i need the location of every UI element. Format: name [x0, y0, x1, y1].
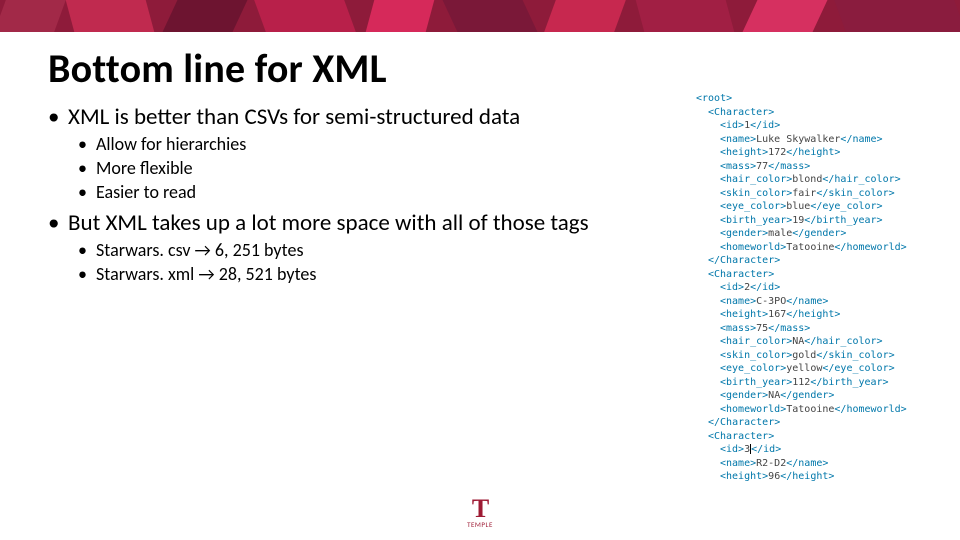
- bullet-1: XML is better than CSVs for semi-structu…: [48, 103, 608, 131]
- slide-title: Bottom line for XML: [48, 44, 912, 93]
- bullet-2: But XML takes up a lot more space with a…: [48, 209, 608, 237]
- xml-sample: <root><Character><id>1</id><name>Luke Sk…: [696, 92, 946, 484]
- bullet-1-3: Easier to read: [78, 181, 608, 203]
- bullet-2-1: Starwars. csv → 6, 251 bytes: [78, 239, 608, 261]
- bullet-1-2: More flexible: [78, 157, 608, 179]
- bullet-content: XML is better than CSVs for semi-structu…: [48, 103, 608, 285]
- bullet-1-1: Allow for hierarchies: [78, 133, 608, 155]
- bullet-2-2: Starwars. xml → 28, 521 bytes: [78, 263, 608, 285]
- footer-logo: T TEMPLE: [0, 496, 960, 532]
- decorative-banner: [0, 0, 960, 32]
- temple-label: TEMPLE: [467, 520, 493, 529]
- temple-t-icon: T: [467, 496, 493, 522]
